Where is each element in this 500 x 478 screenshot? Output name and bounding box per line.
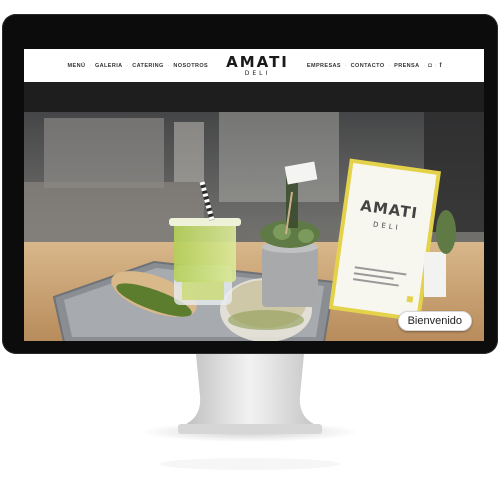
blurred-counter bbox=[44, 118, 164, 188]
instagram-icon[interactable]: ◘ bbox=[425, 63, 435, 69]
ceiling-shelf bbox=[24, 82, 484, 112]
hero-photo: AMATI DELI bbox=[24, 82, 484, 341]
metal-plant-pot bbox=[262, 247, 318, 307]
stand-reflection bbox=[160, 458, 340, 470]
stand-base bbox=[178, 424, 322, 434]
top-navigation-bar: MENÚ · GALERIA · CATERING · NOSOTROS AMA… bbox=[24, 49, 484, 82]
hero-photo-illustration: AMATI DELI bbox=[24, 82, 484, 341]
logo-subtitle: DELI bbox=[244, 69, 271, 77]
small-cup-juice bbox=[182, 280, 224, 300]
nav-link-prensa[interactable]: PRENSA bbox=[390, 63, 423, 69]
salad-greens bbox=[228, 310, 304, 330]
succulent-head bbox=[298, 229, 314, 243]
blurred-shelf bbox=[219, 112, 339, 202]
white-cup bbox=[424, 252, 446, 297]
nav-link-menu[interactable]: MENÚ bbox=[64, 63, 90, 69]
stand-neck bbox=[182, 354, 318, 426]
stand-shadow bbox=[140, 422, 360, 442]
welcome-button[interactable]: Bienvenido bbox=[397, 311, 472, 331]
menu-card-badge bbox=[406, 295, 414, 303]
green-drink-lid bbox=[169, 218, 241, 226]
logo-wordmark: AMATI bbox=[226, 52, 289, 71]
site-logo[interactable]: AMATI DELI bbox=[226, 52, 289, 77]
nav-link-nosotros[interactable]: NOSOTROS bbox=[169, 63, 212, 69]
nav-link-galeria[interactable]: GALERIA bbox=[91, 63, 127, 69]
monitor-bezel: MENÚ · GALERIA · CATERING · NOSOTROS AMA… bbox=[2, 14, 498, 354]
facebook-icon[interactable]: f bbox=[436, 63, 444, 69]
nav-left-group: MENÚ · GALERIA · CATERING · NOSOTROS bbox=[64, 63, 213, 69]
nav-link-empresas[interactable]: EMPRESAS bbox=[303, 63, 345, 69]
nav-link-catering[interactable]: CATERING bbox=[128, 63, 168, 69]
nav-right-group: EMPRESAS · CONTACTO · PRENSA · ◘ · f bbox=[303, 63, 445, 69]
green-drink-cup bbox=[174, 222, 236, 282]
website-screen: MENÚ · GALERIA · CATERING · NOSOTROS AMA… bbox=[24, 49, 484, 341]
nav-link-contacto[interactable]: CONTACTO bbox=[347, 63, 389, 69]
blurred-bottles bbox=[174, 122, 204, 182]
side-plant bbox=[436, 210, 456, 254]
